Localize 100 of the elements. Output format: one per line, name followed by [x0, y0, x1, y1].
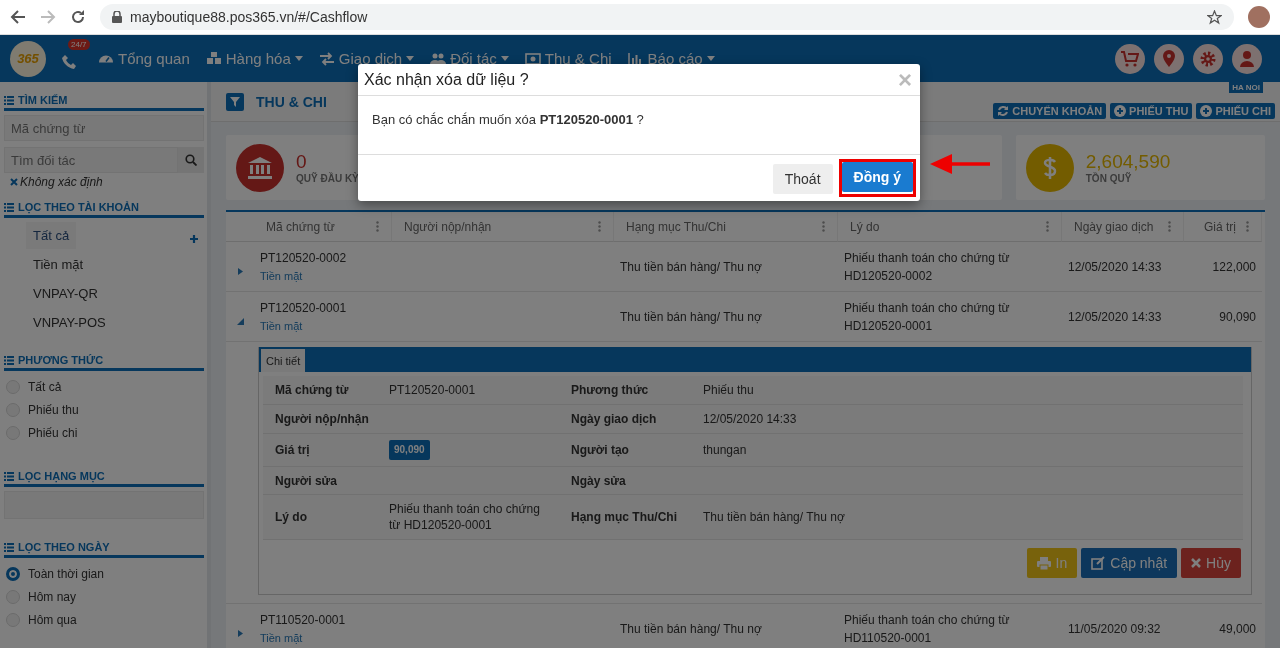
column-header[interactable]: Lý do [850, 219, 880, 234]
field-label: Người sửa [275, 473, 337, 488]
summary-value: 2,604,590 [1085, 151, 1171, 172]
table-cell-text: 122,000 [1212, 258, 1256, 276]
field-value: Phiếu thu [703, 382, 754, 398]
section-title: TÌM KIẾM [18, 94, 68, 106]
cart-add-button[interactable] [1115, 43, 1145, 74]
radio-option[interactable]: Phiếu chi [4, 421, 80, 444]
nav-menu-item[interactable]: Thu & Chi [524, 50, 612, 67]
back-icon[interactable] [10, 9, 26, 25]
column-header[interactable]: Người nộp/nhận [404, 219, 492, 234]
settings-button[interactable] [1193, 43, 1223, 74]
amount-badge: 90,090 [389, 440, 430, 460]
table-cell-text: 12/05/2020 14:33 [1068, 258, 1163, 276]
plus-icon [187, 232, 201, 246]
voucher-code: PT110520-0001 [260, 611, 347, 629]
column-menu-icon[interactable] [598, 221, 601, 232]
section-title: LỌC THEO NGÀY [18, 541, 110, 553]
dialog-button[interactable]: Thoát [772, 164, 833, 194]
table-cell-text: 90,090 [1219, 308, 1256, 326]
column-header[interactable]: Hạng mục Thu/Chi [626, 219, 726, 234]
account-item[interactable]: Tiền mặt [26, 251, 91, 278]
radio-option[interactable]: Phiếu thu [4, 398, 81, 421]
account-link[interactable]: Tiền mặt [260, 316, 386, 335]
field-label: Mã chứng từ [275, 383, 349, 397]
header-action-button[interactable]: CHUYỂN KHOẢN [993, 102, 1107, 119]
nav-menu-item[interactable]: Hàng hóa [205, 50, 303, 67]
edit-icon [1091, 556, 1106, 570]
radio-option[interactable]: Toàn thời gian [4, 562, 106, 585]
partner-search-field[interactable]: Tìm đối tác [4, 147, 178, 173]
list-icon [4, 202, 14, 212]
field-label: Người tạo [571, 443, 629, 457]
voucher-search-field[interactable]: Mã chứng từ [4, 115, 204, 141]
table-cell-text: Thu tiền bán hàng/ Thu nợ [620, 308, 763, 326]
list-icon [4, 542, 14, 552]
column-header[interactable]: Ngày giao dịch [1074, 219, 1154, 234]
logo[interactable]: 365 [10, 40, 46, 77]
close-button[interactable]: × [898, 67, 912, 92]
cubes-icon [205, 50, 222, 67]
column-menu-icon[interactable] [1246, 221, 1249, 232]
column-header[interactable]: Mã chứng từ [266, 219, 335, 234]
location-button[interactable] [1154, 43, 1184, 74]
table-cell-text: 11/05/2020 09:32 [1068, 620, 1162, 638]
column-menu-icon[interactable] [1046, 221, 1049, 232]
account-link[interactable]: Tiền mặt [260, 266, 386, 285]
dialog-button[interactable]: Đồng ý [841, 162, 913, 192]
field-label: Ngày sửa [571, 473, 626, 488]
url-text: mayboutique88.pos365.vn/#/Cashflow [130, 9, 369, 25]
cancel-button[interactable]: Hủy [1181, 548, 1241, 578]
radio-option[interactable]: Tất cả [4, 375, 64, 398]
field-value: 12/05/2020 14:33 [703, 411, 797, 427]
column-menu-icon[interactable] [376, 221, 379, 232]
plus-icon [1114, 104, 1127, 117]
filter-toggle[interactable] [226, 92, 244, 111]
field-label: Ngày giao dịch [571, 412, 657, 426]
summary-value: 0 [296, 151, 308, 172]
field-label: Giá trị [275, 443, 310, 457]
plus-icon [1200, 104, 1213, 117]
search-icon[interactable] [185, 154, 197, 166]
account-item[interactable]: VNPAY-QR [26, 280, 105, 307]
cart-icon [1121, 50, 1139, 67]
location-label: HA NOI [1229, 82, 1263, 93]
dialog-title: Xác nhận xóa dữ liệu ? [364, 70, 529, 89]
account-link[interactable]: Tiền mặt [260, 628, 386, 647]
field-value: thungan [703, 442, 747, 458]
remove-icon[interactable] [10, 178, 18, 186]
exchange-icon [318, 50, 335, 67]
radio-option[interactable]: Hôm nay [4, 585, 79, 608]
table-cell-text: Phiếu thanh toán cho chứng từ HD120520-0001 [844, 299, 1011, 335]
radio-button[interactable] [6, 566, 20, 581]
star-icon[interactable] [1207, 9, 1222, 25]
phone-icon[interactable] [62, 54, 76, 69]
account-item[interactable]: Tất cả [26, 222, 77, 249]
lock-icon [112, 11, 122, 23]
forward-icon[interactable] [40, 9, 56, 25]
dashboard-icon [98, 54, 114, 63]
list-icon [4, 355, 14, 365]
field-value: Phiếu thanh toán cho chứng từ HD120520-0001 [389, 501, 541, 533]
account-item[interactable]: VNPAY-POS [26, 309, 113, 336]
header-action-button[interactable]: PHIẾU CHI [1196, 102, 1275, 119]
user-icon [1240, 50, 1254, 67]
profile-avatar[interactable] [1248, 6, 1270, 28]
column-menu-icon[interactable] [1168, 221, 1171, 232]
table-cell-text: Thu tiền bán hàng/ Thu nợ [620, 258, 763, 276]
nav-menu-item[interactable]: Tổng quan [98, 50, 190, 67]
refresh-icon [997, 104, 1010, 117]
user-button[interactable] [1232, 43, 1262, 74]
detail-tab[interactable]: Chi tiết [261, 349, 306, 372]
radio-option[interactable]: Hôm qua [4, 608, 79, 631]
table-cell-text: 12/05/2020 14:33 [1068, 308, 1163, 326]
table-cell-text: Thu tiền bán hàng/ Thu nợ [620, 620, 763, 638]
reload-icon[interactable] [70, 9, 86, 25]
nav-menu-item[interactable]: Giao dịch [318, 50, 415, 67]
column-header[interactable]: Giá trị [1204, 219, 1236, 234]
printer-icon [1036, 556, 1051, 570]
address-bar[interactable]: mayboutique88.pos365.vn/#/Cashflow [100, 4, 1234, 30]
update-button[interactable]: Cập nhật [1081, 548, 1178, 578]
bank-icon [236, 143, 284, 192]
header-action-button[interactable]: PHIẾU THU [1110, 102, 1193, 119]
column-menu-icon[interactable] [822, 221, 825, 232]
